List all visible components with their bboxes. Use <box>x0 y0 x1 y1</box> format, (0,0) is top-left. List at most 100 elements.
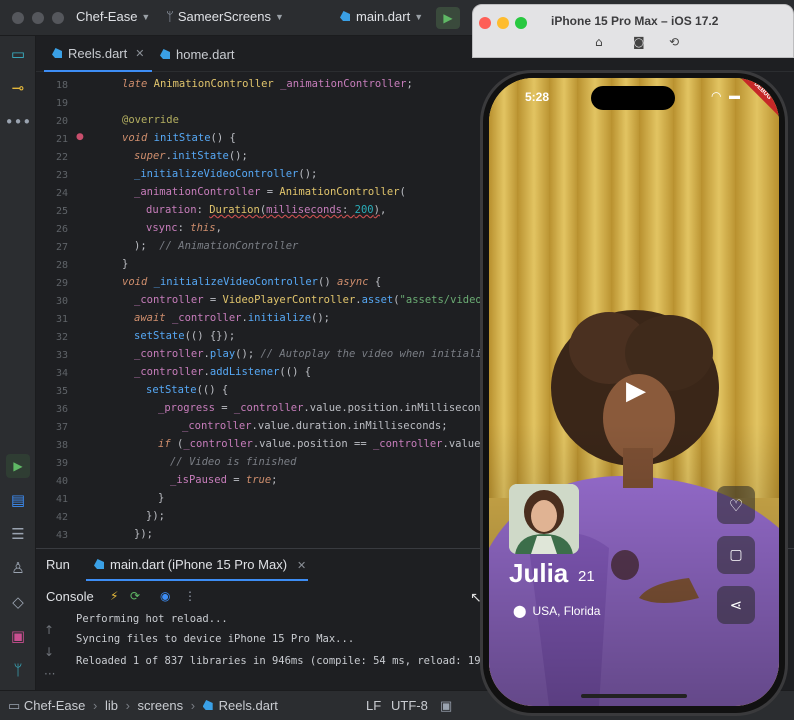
git-tool-button[interactable]: ᛘ <box>6 658 30 682</box>
notifications-tool-button[interactable]: ♙ <box>6 556 30 580</box>
breadcrumb-lib[interactable]: lib <box>105 698 118 713</box>
line-number: 43 <box>55 530 68 541</box>
run-panel-title: Run <box>46 557 70 572</box>
hot-restart-icon[interactable]: ⟳ <box>130 589 140 603</box>
code-line: }); <box>134 528 153 540</box>
line-number: 21 <box>55 134 68 145</box>
project-view-button[interactable]: ▭ <box>6 42 30 66</box>
devtools-icon[interactable]: ◉ <box>160 589 170 603</box>
more-horizontal-icon[interactable]: ··· <box>44 667 55 681</box>
run-button[interactable]: ▶ <box>436 7 460 29</box>
breadcrumb-project[interactable]: Chef-Ease <box>24 698 85 713</box>
code-line: vsync: this, <box>146 222 222 234</box>
breadcrumb-screens[interactable]: screens <box>138 698 184 713</box>
more-tools-button[interactable]: ••• <box>4 110 32 134</box>
window-zoom-button[interactable] <box>52 12 64 24</box>
share-button[interactable]: ⋖ <box>717 586 755 624</box>
code-line: ); // AnimationController <box>134 240 299 252</box>
window-minimize-button[interactable] <box>32 12 44 24</box>
line-number: 33 <box>55 350 68 361</box>
tool-window-strip: ▭ ⊸ ••• ▶ ▤ ☰ ♙ ◇ ▣ ᛘ <box>0 36 36 720</box>
diamond-icon: ◇ <box>12 593 24 611</box>
chevron-down-icon: ▼ <box>414 12 424 22</box>
comment-button[interactable]: ▢ <box>717 536 755 574</box>
code-line: void _initializeVideoController() async … <box>122 276 382 288</box>
avatar-image <box>509 484 579 554</box>
line-number: 36 <box>55 404 68 415</box>
code-line: await _controller.initialize(); <box>134 312 330 324</box>
home-icon[interactable]: ⌂ <box>595 35 603 49</box>
breadcrumb: ▭ Chef-Ease › lib › screens › Reels.dart <box>8 698 278 714</box>
commit-button[interactable]: ⊸ <box>6 76 30 100</box>
chat-icon: ▤ <box>10 491 26 509</box>
rotate-icon[interactable]: ⟲ <box>669 35 679 49</box>
line-number: 31 <box>55 314 68 325</box>
line-number: 24 <box>55 188 68 199</box>
line-number: 22 <box>55 152 68 163</box>
profile-age: 21 <box>578 568 595 585</box>
scroll-down-icon[interactable]: ↓ <box>44 645 54 659</box>
battery-icon: ▬ <box>729 90 740 102</box>
mouse-cursor: ↖ <box>470 590 482 606</box>
code-line: void initState() { <box>122 132 236 144</box>
lock-icon[interactable]: ▣ <box>440 698 452 714</box>
line-number: 37 <box>55 422 68 433</box>
run-config-selector[interactable]: main.dart ▼ <box>340 9 423 24</box>
tab-label: home.dart <box>176 46 235 62</box>
line-number: 26 <box>55 224 68 235</box>
list-icon: ☰ <box>11 525 25 543</box>
folder-icon: ▭ <box>8 698 21 713</box>
line-number: 42 <box>55 512 68 523</box>
line-number: 30 <box>55 296 68 307</box>
chevron-right-icon: › <box>92 698 98 713</box>
line-ending[interactable]: LF <box>366 698 381 713</box>
terminal-tool-button[interactable]: ▣ <box>6 624 30 648</box>
code-line: super.initState(); <box>134 150 248 162</box>
hot-reload-icon[interactable]: ⚡ <box>110 589 118 603</box>
close-icon[interactable]: ✕ <box>135 47 144 60</box>
close-icon[interactable]: ✕ <box>297 560 306 572</box>
code-line: _initializeVideoController(); <box>134 168 318 180</box>
code-line: _controller.value.duration.inMillisecond… <box>182 420 448 432</box>
play-icon: ▶ <box>13 459 23 473</box>
project-selector[interactable]: Chef-Ease ▼ <box>76 9 150 24</box>
more-vertical-icon[interactable]: ⋮ <box>184 589 196 603</box>
console-tab[interactable]: Console <box>46 589 94 604</box>
tab-reels-dart[interactable]: Reels.dart ✕ <box>44 36 153 72</box>
flutter-inspector-button[interactable]: ◇ <box>6 590 30 614</box>
location-pin-icon: ⬤ <box>513 604 527 618</box>
git-icon: ᛘ <box>13 661 23 679</box>
tab-home-dart[interactable]: home.dart <box>152 36 243 72</box>
messages-tool-button[interactable]: ▤ <box>6 488 30 512</box>
line-number: 25 <box>55 206 68 217</box>
like-button[interactable]: ♡ <box>717 486 755 524</box>
screenshot-icon[interactable]: ◙ <box>633 35 645 49</box>
code-line: // Video is finished <box>170 456 297 468</box>
sim-minimize-button[interactable] <box>497 17 509 29</box>
code-line: } <box>158 492 165 504</box>
profile-avatar[interactable] <box>509 484 579 554</box>
home-indicator <box>581 694 687 698</box>
ellipsis-icon: ••• <box>4 113 32 131</box>
structure-tool-button[interactable]: ☰ <box>6 522 30 546</box>
dart-icon <box>202 700 213 710</box>
line-number: 23 <box>55 170 68 181</box>
breadcrumb-file[interactable]: Reels.dart <box>219 698 278 713</box>
sim-zoom-button[interactable] <box>515 17 527 29</box>
run-tool-button[interactable]: ▶ <box>6 454 30 478</box>
code-line: setState(() { <box>146 384 229 396</box>
play-button[interactable]: ▶ <box>619 374 653 408</box>
scroll-up-icon[interactable]: ↑ <box>44 623 54 637</box>
chevron-down-icon: ▼ <box>141 12 151 22</box>
line-number: 18 <box>55 80 68 91</box>
line-number: 19 <box>55 98 68 109</box>
window-close-button[interactable] <box>12 12 24 24</box>
run-tab[interactable]: main.dart (iPhone 15 Pro Max) ✕ <box>94 557 306 572</box>
branch-icon: ᛘ <box>166 9 174 24</box>
play-icon: ▶ <box>443 11 453 25</box>
simulator-title: iPhone 15 Pro Max – iOS 17.2 <box>551 14 719 28</box>
file-encoding[interactable]: UTF-8 <box>391 698 428 713</box>
sim-close-button[interactable] <box>479 17 491 29</box>
branch-selector[interactable]: ᛘ SameerScreens ▼ <box>166 9 284 24</box>
code-line: _controller = VideoPlayerController.asse… <box>134 294 489 306</box>
